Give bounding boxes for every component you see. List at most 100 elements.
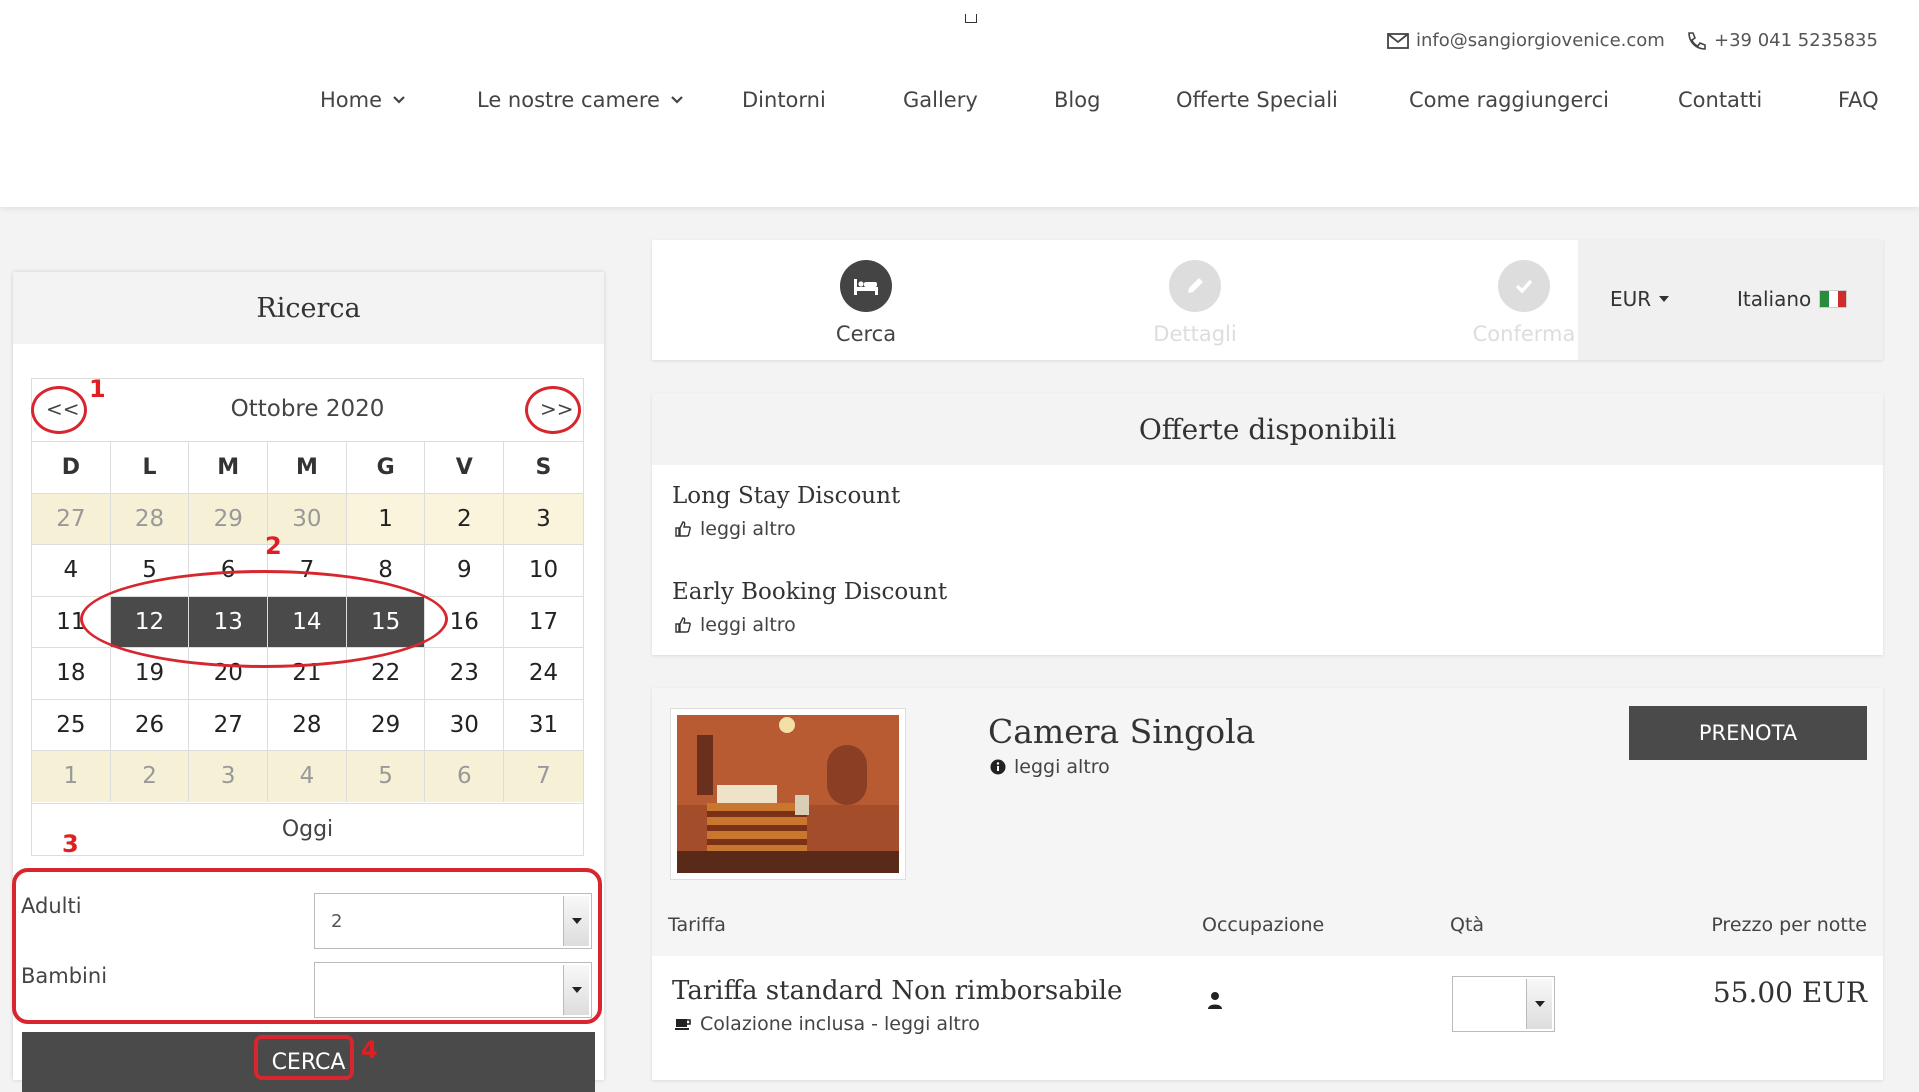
caret-down-icon xyxy=(1659,296,1670,302)
calendar-day[interactable]: 17 xyxy=(504,595,583,648)
pencil-icon xyxy=(1169,260,1221,312)
calendar-day[interactable]: 7 xyxy=(504,750,583,802)
dropdown-arrow-icon xyxy=(1526,979,1552,1029)
calendar-week: 1234567 xyxy=(32,750,583,802)
main-nav: Home Le nostre camere Dintorni Gallery B… xyxy=(0,88,1919,124)
italy-flag-icon xyxy=(1819,290,1848,308)
room-read-more[interactable]: leggi altro xyxy=(990,756,1110,778)
phone-icon xyxy=(1688,31,1706,50)
col-rate: Tariffa xyxy=(668,914,726,936)
rate-name: Tariffa standard Non rimborsabile xyxy=(672,976,1123,1006)
language-dropdown[interactable]: Italiano xyxy=(1737,287,1848,311)
search-title: Ricerca xyxy=(256,292,361,324)
quantity-select[interactable] xyxy=(1452,976,1555,1032)
step-details-label: Dettagli xyxy=(1153,322,1237,346)
calendar-day[interactable]: 27 xyxy=(189,698,269,750)
calendar-day[interactable]: 24 xyxy=(504,647,583,699)
calendar-header: << Ottobre 2020 >> xyxy=(32,379,583,441)
person-icon xyxy=(1208,992,1222,1009)
rate-row: Tariffa standard Non rimborsabile Colazi… xyxy=(652,956,1883,1080)
bed-icon xyxy=(840,260,892,312)
calendar-month: Ottobre 2020 xyxy=(230,396,385,422)
thumbs-up-icon xyxy=(675,617,691,633)
coffee-cup-icon xyxy=(675,1019,691,1030)
weekday-header: G xyxy=(346,441,426,493)
offers-title: Offerte disponibili xyxy=(1138,412,1397,446)
calendar-day[interactable]: 29 xyxy=(189,492,269,544)
nav-contacts[interactable]: Contatti xyxy=(1678,88,1762,112)
info-icon xyxy=(990,759,1006,775)
calendar-day[interactable]: 27 xyxy=(32,492,111,544)
calendar-day[interactable]: 26 xyxy=(110,698,190,750)
room-card: Camera Singola leggi altro PRENOTA Tarif… xyxy=(652,688,1883,1080)
weekday-header: V xyxy=(425,441,505,493)
offer-read-more[interactable]: leggi altro xyxy=(674,518,796,540)
phone-link[interactable]: +39 041 5235835 xyxy=(1684,30,1878,51)
nav-faq[interactable]: FAQ xyxy=(1838,88,1879,112)
calendar-day[interactable]: 4 xyxy=(268,750,347,802)
nav-directions[interactable]: Come raggiungerci xyxy=(1409,88,1609,112)
nav-home[interactable]: Home xyxy=(320,88,406,112)
calendar-day[interactable]: 3 xyxy=(189,750,269,802)
calendar-day[interactable]: 10 xyxy=(504,544,583,596)
room-name: Camera Singola xyxy=(988,712,1256,751)
chevron-down-icon xyxy=(393,96,405,104)
calendar-day[interactable]: 5 xyxy=(346,750,426,802)
weekday-row: DLMMGVS xyxy=(32,441,583,493)
calendar-day[interactable]: 9 xyxy=(425,544,505,596)
preferences-area: EUR Italiano xyxy=(1578,240,1883,360)
weekday-header: M xyxy=(189,441,269,493)
step-details[interactable]: Dettagli xyxy=(1115,260,1275,346)
calendar-day[interactable]: 1 xyxy=(346,492,426,544)
rate-details-link[interactable]: Colazione inclusa - leggi altro xyxy=(674,1013,980,1035)
calendar-day[interactable]: 28 xyxy=(268,698,347,750)
thumbs-up-icon xyxy=(675,521,691,537)
annotation-number-2: 2 xyxy=(265,532,282,560)
offer-read-more[interactable]: leggi altro xyxy=(674,614,796,636)
weekday-header: S xyxy=(504,441,583,493)
annotation-ring-prev xyxy=(31,386,87,434)
calendar-day[interactable]: 30 xyxy=(425,698,505,750)
nav-offers[interactable]: Offerte Speciali xyxy=(1176,88,1338,112)
calendar-day[interactable]: 29 xyxy=(346,698,426,750)
nav-dintorni[interactable]: Dintorni xyxy=(742,88,826,112)
calendar-day[interactable]: 28 xyxy=(110,492,190,544)
calendar-day[interactable]: 1 xyxy=(32,750,111,802)
calendar-day[interactable]: 2 xyxy=(425,492,505,544)
weekday-header: L xyxy=(110,441,190,493)
check-icon xyxy=(1498,260,1550,312)
calendar-week: 25 26 27 28 29 30 31 xyxy=(32,698,583,751)
room-image xyxy=(677,715,899,873)
currency-dropdown[interactable]: EUR xyxy=(1610,287,1670,311)
offers-header: Offerte disponibili xyxy=(652,393,1883,465)
calendar-week: 27 28 29 30 1 2 3 xyxy=(32,492,583,544)
calendar-day[interactable]: 31 xyxy=(504,698,583,751)
mail-icon xyxy=(1387,32,1409,49)
calendar-day[interactable]: 23 xyxy=(425,647,505,699)
calendar-day[interactable]: 2 xyxy=(110,750,190,802)
nav-blog[interactable]: Blog xyxy=(1054,88,1100,112)
annotation-number-1: 1 xyxy=(89,375,106,403)
room-photo[interactable] xyxy=(670,708,906,880)
window-mark xyxy=(965,14,977,23)
annotation-number-3: 3 xyxy=(62,830,79,858)
today-button[interactable]: Oggi xyxy=(32,803,583,855)
calendar-day[interactable]: 18 xyxy=(32,647,111,699)
offers-panel: Offerte disponibili Long Stay Discount l… xyxy=(652,393,1883,655)
nav-rooms[interactable]: Le nostre camere xyxy=(477,88,684,112)
booking-steps: Cerca Dettagli Conferma EUR Italiano xyxy=(652,240,1883,360)
annotation-number-4: 4 xyxy=(361,1036,378,1064)
weekday-header: D xyxy=(32,441,111,493)
annotation-box-search xyxy=(254,1035,354,1080)
step-search[interactable]: Cerca xyxy=(786,260,946,346)
weekday-header: M xyxy=(268,441,347,493)
calendar-day[interactable]: 4 xyxy=(32,544,111,596)
calendar-day[interactable]: 6 xyxy=(425,750,505,802)
calendar-day[interactable]: 3 xyxy=(504,492,583,544)
email-link[interactable]: info@sangiorgiovenice.com xyxy=(1386,30,1665,51)
nav-gallery[interactable]: Gallery xyxy=(903,88,978,112)
col-price: Prezzo per notte xyxy=(1711,914,1867,936)
calendar-day[interactable]: 25 xyxy=(32,698,111,750)
rate-price: 55.00 EUR xyxy=(1712,976,1867,1009)
book-button[interactable]: PRENOTA xyxy=(1629,706,1867,760)
